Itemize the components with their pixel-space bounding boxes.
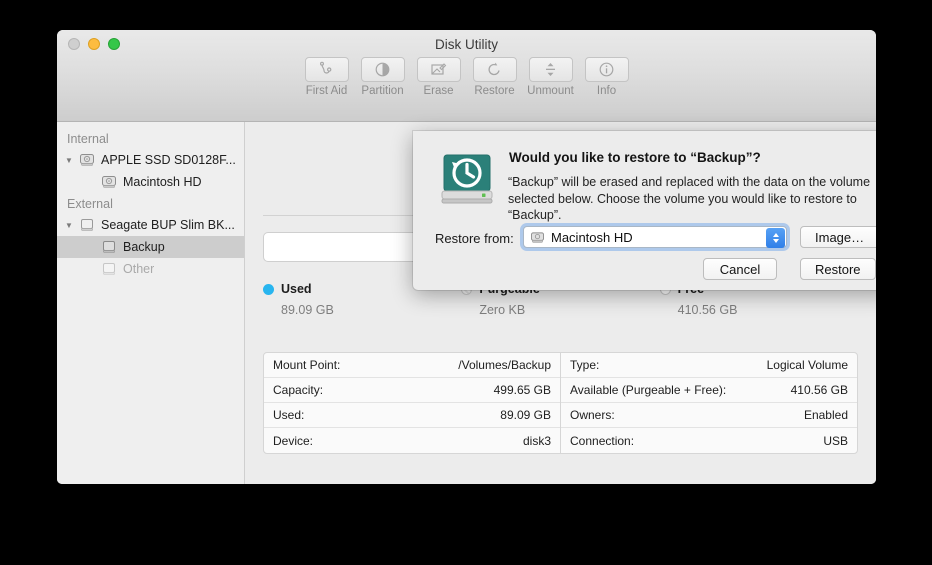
- legend-value: 410.56 GB: [677, 303, 738, 317]
- sidebar-item-other[interactable]: ▼ Other: [57, 258, 244, 280]
- restore-dialog: Would you like to restore to “Backup”? “…: [413, 131, 876, 290]
- sidebar: Internal ▼ APPLE SSD SD0128F... ▼ Macint…: [57, 122, 245, 484]
- info-icon: [584, 57, 629, 82]
- unmount-icon: [528, 57, 573, 82]
- table-row: Device: disk3: [264, 428, 560, 453]
- disclosure-triangle-icon[interactable]: ▼: [65, 221, 78, 230]
- chevron-down-icon: [772, 239, 779, 243]
- window-titlebar: Disk Utility First Aid Partition Erase R…: [57, 30, 876, 122]
- toolbar-label: Restore: [474, 85, 515, 97]
- detail-key: Available (Purgeable + Free):: [570, 383, 727, 397]
- legend-value: 89.09 GB: [281, 303, 334, 317]
- table-row: Capacity: 499.65 GB: [264, 378, 560, 403]
- internal-drive-icon: [530, 231, 545, 244]
- disclosure-triangle-icon[interactable]: ▼: [65, 156, 78, 165]
- toolbar-item-erase[interactable]: Erase: [412, 57, 466, 97]
- partition-icon: [360, 57, 405, 82]
- detail-key: Used:: [273, 408, 305, 422]
- table-row: Type: Logical Volume: [561, 353, 857, 378]
- detail-value: 499.65 GB: [493, 383, 551, 397]
- image-button[interactable]: Image…: [800, 226, 876, 248]
- used-swatch-icon: [263, 283, 274, 295]
- time-machine-drive-icon: [436, 148, 498, 210]
- dialog-title: Would you like to restore to “Backup”?: [509, 150, 761, 165]
- detail-value: 89.09 GB: [500, 408, 551, 422]
- toolbar: First Aid Partition Erase Restore Unmoun…: [57, 57, 876, 97]
- table-row: Used: 89.09 GB: [264, 403, 560, 428]
- detail-value: 410.56 GB: [790, 383, 848, 397]
- external-drive-icon: [100, 240, 118, 254]
- toolbar-label: Info: [596, 85, 617, 97]
- sidebar-item-macintosh-hd[interactable]: ▼ Macintosh HD: [57, 171, 244, 193]
- legend-label: Used: [281, 282, 312, 296]
- sidebar-item-label: Macintosh HD: [123, 175, 202, 189]
- internal-drive-icon: [100, 175, 118, 189]
- details-column-left: Mount Point: /Volumes/Backup Capacity: 4…: [264, 353, 561, 453]
- sidebar-item-label: APPLE SSD SD0128F...: [101, 153, 236, 167]
- erase-icon: [416, 57, 461, 82]
- toolbar-item-restore[interactable]: Restore: [468, 57, 522, 97]
- toolbar-label: Erase: [423, 85, 454, 97]
- restore-from-label: Restore from:: [435, 231, 514, 246]
- restore-icon: [472, 57, 517, 82]
- detail-key: Capacity:: [273, 383, 324, 397]
- detail-value: Logical Volume: [766, 358, 848, 372]
- sidebar-item-label: Backup: [123, 240, 165, 254]
- sidebar-group-external-title: External: [67, 197, 113, 211]
- disk-utility-window: Disk Utility First Aid Partition Erase R…: [57, 30, 876, 484]
- external-drive-icon: [100, 262, 118, 276]
- detail-value: disk3: [522, 433, 551, 448]
- detail-key: Device:: [273, 433, 314, 448]
- detail-key: Connection:: [570, 433, 635, 448]
- table-row: Available (Purgeable + Free): 410.56 GB: [561, 378, 857, 403]
- detail-value: USB: [823, 433, 848, 448]
- restore-from-select[interactable]: Macintosh HD: [523, 226, 787, 248]
- toolbar-item-partition[interactable]: Partition: [356, 57, 410, 97]
- table-row: Owners: Enabled: [561, 403, 857, 428]
- table-row: Mount Point: /Volumes/Backup: [264, 353, 560, 378]
- volume-detail-pane: Encrypted) Used 89.09 GB Purgeable: [245, 122, 876, 484]
- toolbar-label: First Aid: [305, 85, 348, 97]
- detail-value: /Volumes/Backup: [458, 358, 551, 372]
- legend-value: Zero KB: [479, 303, 526, 317]
- toolbar-label: Unmount: [527, 85, 574, 97]
- toolbar-item-info[interactable]: Info: [580, 57, 634, 97]
- toolbar-label: Partition: [361, 85, 404, 97]
- sidebar-group-internal-title: Internal: [67, 132, 109, 146]
- volume-details-table: Mount Point: /Volumes/Backup Capacity: 4…: [263, 352, 858, 454]
- restore-button[interactable]: Restore: [800, 258, 876, 280]
- toolbar-item-unmount[interactable]: Unmount: [524, 57, 578, 97]
- sidebar-item-label: Seagate BUP Slim BK...: [101, 218, 235, 232]
- sidebar-item-label: Other: [123, 262, 155, 276]
- dialog-message: “Backup” will be erased and replaced wit…: [508, 175, 871, 222]
- detail-value: Enabled: [803, 408, 848, 422]
- sidebar-item-apple-ssd[interactable]: ▼ APPLE SSD SD0128F...: [57, 149, 244, 171]
- sidebar-item-backup[interactable]: ▼ Backup: [57, 236, 244, 258]
- selected-volume-label: Macintosh HD: [551, 229, 633, 245]
- details-column-right: Type: Logical Volume Available (Purgeabl…: [561, 353, 857, 453]
- first-aid-icon: [304, 57, 349, 82]
- cancel-button[interactable]: Cancel: [703, 258, 777, 280]
- window-body: Internal ▼ APPLE SSD SD0128F... ▼ Macint…: [57, 122, 876, 484]
- detail-key: Owners:: [570, 408, 615, 422]
- detail-key: Type:: [570, 358, 600, 372]
- sidebar-item-seagate-bup[interactable]: ▼ Seagate BUP Slim BK...: [57, 214, 244, 236]
- window-title: Disk Utility: [435, 37, 498, 52]
- toolbar-item-first-aid[interactable]: First Aid: [300, 57, 354, 97]
- external-drive-icon: [78, 218, 96, 232]
- chevron-up-icon: [772, 233, 779, 237]
- popup-stepper-icon[interactable]: [766, 228, 785, 248]
- restore-from-popup-wrapper: Macintosh HD: [523, 226, 787, 248]
- detail-key: Mount Point:: [273, 358, 341, 372]
- table-row: Connection: USB: [561, 428, 857, 453]
- internal-drive-icon: [78, 153, 96, 167]
